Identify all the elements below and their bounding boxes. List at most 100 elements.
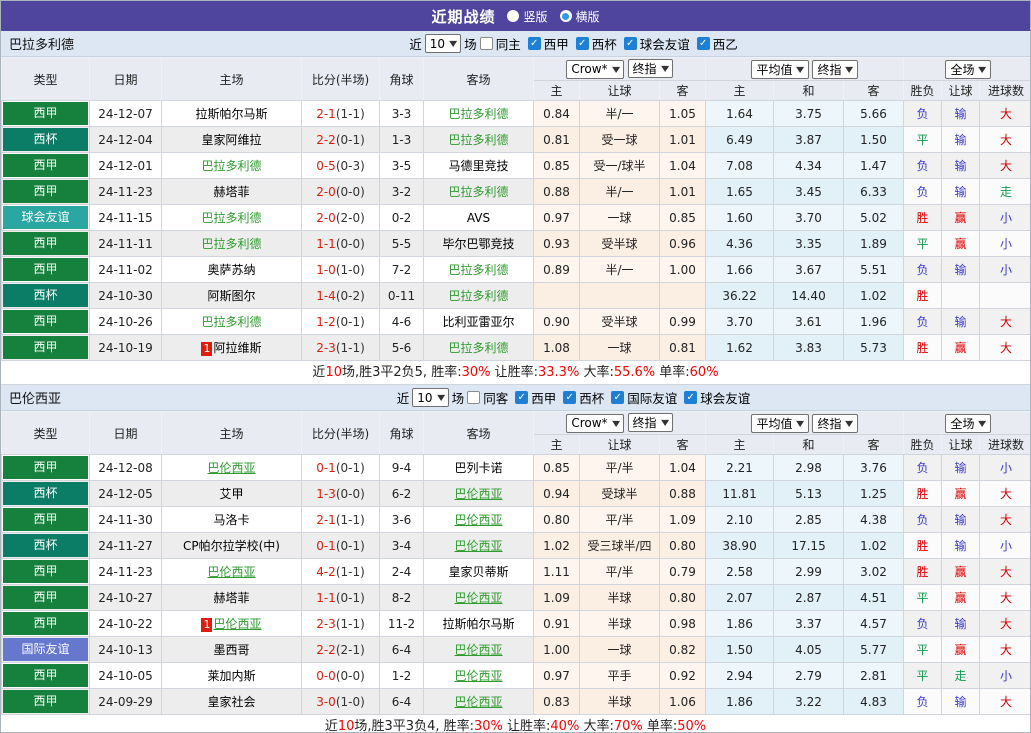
away-team-cell[interactable]: 巴伦西亚 — [423, 584, 534, 611]
home-team-cell[interactable]: 1 巴伦西亚 — [161, 610, 302, 637]
layout-radio-horizontal[interactable]: 横版 — [559, 8, 600, 25]
team-link[interactable]: 比利亚雷亚尔 — [442, 315, 514, 329]
home-team-cell[interactable]: 马洛卡 — [161, 506, 302, 533]
team-link[interactable]: AVS — [467, 211, 490, 225]
avg-source-select[interactable]: 平均值 ▼ — [751, 59, 809, 79]
away-team-cell[interactable]: 巴伦西亚 — [423, 532, 534, 559]
league-checkbox-club-friendly[interactable]: ✓ — [623, 37, 637, 50]
team-link[interactable]: 赫塔菲 — [213, 591, 249, 605]
team-link[interactable]: 奥萨苏纳 — [207, 263, 255, 277]
away-team-cell[interactable]: AVS — [423, 204, 534, 231]
team-link[interactable]: 巴伦西亚 — [454, 487, 502, 501]
away-team-cell[interactable]: 拉斯帕尔马斯 — [423, 610, 534, 637]
away-team-cell[interactable]: 巴拉多利德 — [423, 178, 534, 205]
away-team-cell[interactable]: 巴拉多利德 — [423, 256, 534, 283]
period-select[interactable]: 全场 ▼ — [945, 413, 991, 433]
team-link[interactable]: 巴伦西亚 — [207, 565, 255, 579]
match-count-select[interactable]: 10 ▼ — [412, 388, 449, 407]
home-team-cell[interactable]: 奥萨苏纳 — [161, 256, 302, 283]
away-team-cell[interactable]: 毕尔巴鄂竞技 — [423, 230, 534, 257]
home-team-cell[interactable]: 皇家社会 — [161, 688, 302, 715]
home-team-cell[interactable]: 赫塔菲 — [161, 178, 302, 205]
layout-radio-vertical[interactable]: 竖版 — [507, 8, 548, 25]
away-team-cell[interactable]: 巴伦西亚 — [423, 636, 534, 663]
league-checkbox-segunda[interactable]: ✓ — [696, 37, 710, 50]
team-link[interactable]: 皇家阿维拉 — [201, 133, 261, 147]
avg-source-select[interactable]: 平均值 ▼ — [751, 413, 809, 433]
home-team-cell[interactable]: 艾甲 — [161, 480, 302, 507]
team-link[interactable]: 巴拉多利德 — [448, 133, 508, 147]
team-link[interactable]: 墨西哥 — [213, 643, 249, 657]
away-team-cell[interactable]: 巴拉多利德 — [423, 126, 534, 153]
team-link[interactable]: 马德里竞技 — [448, 159, 508, 173]
team-link[interactable]: 阿拉维斯 — [213, 341, 261, 355]
home-team-cell[interactable]: 阿斯图尔 — [161, 282, 302, 309]
team-link[interactable]: 巴拉多利德 — [201, 237, 261, 251]
league-checkbox-liga[interactable]: ✓ — [527, 37, 541, 50]
team-link[interactable]: 阿斯图尔 — [207, 289, 255, 303]
team-link[interactable]: 皇家社会 — [207, 695, 255, 709]
home-team-cell[interactable]: CP帕尔拉学校(中) — [161, 532, 302, 559]
team-link[interactable]: 马洛卡 — [213, 513, 249, 527]
home-team-cell[interactable]: 拉斯帕尔马斯 — [161, 100, 302, 127]
odds-source-select[interactable]: Crow* ▼ — [566, 59, 624, 79]
same-away-checkbox[interactable] — [467, 391, 481, 404]
team-link[interactable]: 赫塔菲 — [213, 185, 249, 199]
away-team-cell[interactable]: 巴拉多利德 — [423, 100, 534, 127]
home-team-cell[interactable]: 墨西哥 — [161, 636, 302, 663]
home-team-cell[interactable]: 巴拉多利德 — [161, 230, 302, 257]
team-link[interactable]: 巴列卡诺 — [454, 461, 502, 475]
home-team-cell[interactable]: 莱加内斯 — [161, 662, 302, 689]
team-link[interactable]: 巴拉多利德 — [448, 289, 508, 303]
away-team-cell[interactable]: 比利亚雷亚尔 — [423, 308, 534, 335]
home-team-cell[interactable]: 巴拉多利德 — [161, 308, 302, 335]
home-team-cell[interactable]: 巴伦西亚 — [161, 558, 302, 585]
team-link[interactable]: 巴拉多利德 — [448, 107, 508, 121]
team-link[interactable]: 拉斯帕尔马斯 — [195, 107, 267, 121]
radio-icon[interactable] — [507, 10, 520, 22]
team-link[interactable]: 巴拉多利德 — [201, 315, 261, 329]
away-team-cell[interactable]: 巴伦西亚 — [423, 506, 534, 533]
radio-selected-icon[interactable] — [559, 10, 572, 22]
away-team-cell[interactable]: 巴伦西亚 — [423, 662, 534, 689]
team-link[interactable]: 巴伦西亚 — [454, 513, 502, 527]
home-team-cell[interactable]: 赫塔菲 — [161, 584, 302, 611]
away-team-cell[interactable]: 巴拉多利德 — [423, 334, 534, 361]
home-team-cell[interactable]: 巴伦西亚 — [161, 454, 302, 481]
team-link[interactable]: 巴伦西亚 — [454, 669, 502, 683]
team-link[interactable]: 巴拉多利德 — [201, 211, 261, 225]
league-checkbox-liga[interactable]: ✓ — [515, 391, 529, 404]
league-checkbox-club-friendly[interactable]: ✓ — [684, 391, 698, 404]
away-team-cell[interactable]: 巴伦西亚 — [423, 480, 534, 507]
away-team-cell[interactable]: 马德里竞技 — [423, 152, 534, 179]
team-link[interactable]: 毕尔巴鄂竞技 — [442, 237, 514, 251]
away-team-cell[interactable]: 巴列卡诺 — [423, 454, 534, 481]
same-home-checkbox[interactable] — [479, 37, 493, 50]
match-count-select[interactable]: 10 ▼ — [424, 34, 462, 53]
team-link[interactable]: 艾甲 — [219, 487, 243, 501]
home-team-cell[interactable]: 巴拉多利德 — [161, 204, 302, 231]
odds-time-select[interactable]: 终指 ▼ — [627, 413, 673, 433]
team-link[interactable]: 莱加内斯 — [207, 669, 255, 683]
team-link[interactable]: 巴伦西亚 — [454, 695, 502, 709]
team-link[interactable]: 巴拉多利德 — [201, 159, 261, 173]
team-link[interactable]: 巴拉多利德 — [448, 341, 508, 355]
team-link[interactable]: 拉斯帕尔马斯 — [442, 617, 514, 631]
league-checkbox-copa[interactable]: ✓ — [575, 37, 589, 50]
team-link[interactable]: 巴伦西亚 — [454, 643, 502, 657]
avg-time-select[interactable]: 终指 ▼ — [812, 413, 858, 433]
team-link[interactable]: CP帕尔拉学校(中) — [183, 539, 280, 553]
avg-time-select[interactable]: 终指 ▼ — [812, 59, 858, 79]
away-team-cell[interactable]: 巴伦西亚 — [423, 688, 534, 715]
away-team-cell[interactable]: 巴拉多利德 — [423, 282, 534, 309]
team-link[interactable]: 皇家贝蒂斯 — [448, 565, 508, 579]
period-select[interactable]: 全场 ▼ — [945, 59, 991, 79]
odds-source-select[interactable]: Crow* ▼ — [566, 413, 624, 433]
team-link[interactable]: 巴拉多利德 — [448, 185, 508, 199]
home-team-cell[interactable]: 皇家阿维拉 — [161, 126, 302, 153]
league-checkbox-intl-friendly[interactable]: ✓ — [611, 391, 625, 404]
odds-time-select[interactable]: 终指 ▼ — [627, 59, 673, 79]
team-link[interactable]: 巴伦西亚 — [454, 591, 502, 605]
league-checkbox-copa[interactable]: ✓ — [563, 391, 577, 404]
home-team-cell[interactable]: 巴拉多利德 — [161, 152, 302, 179]
